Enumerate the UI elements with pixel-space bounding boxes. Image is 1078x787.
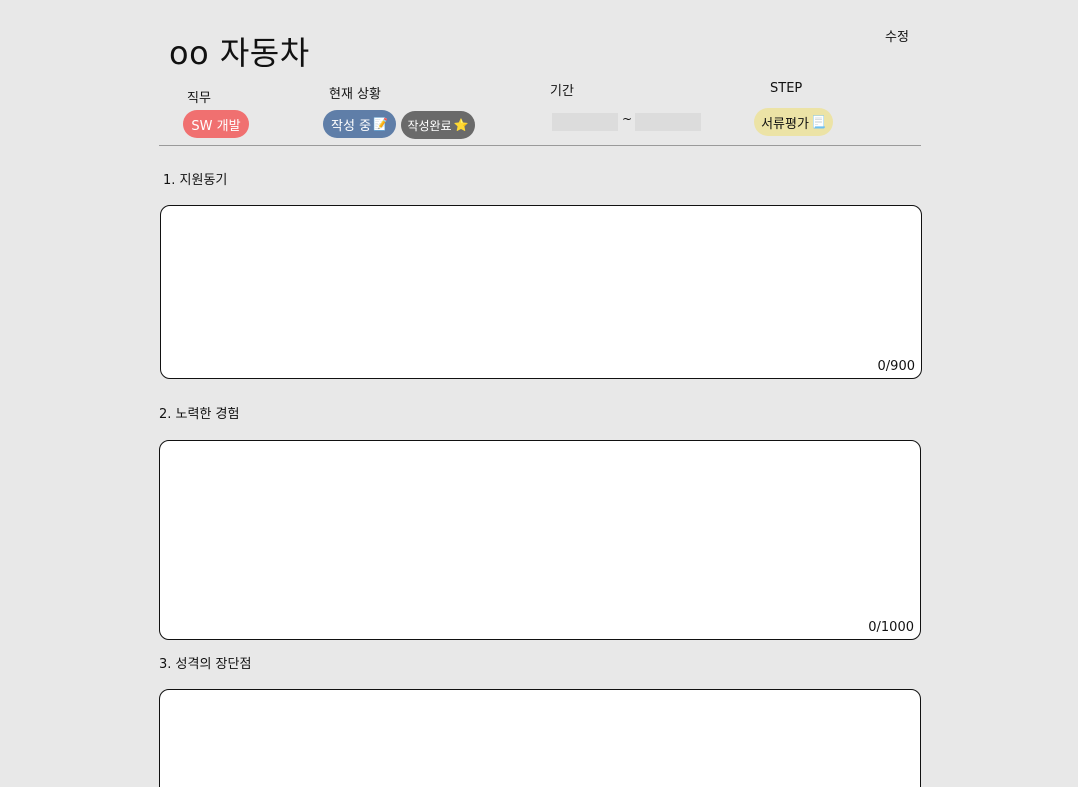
application-page: 수정 oo 자동차 직무 SW 개발 현재 상황 작성 중 📝 작성완료 ⭐ 기… <box>0 0 1078 787</box>
status-writing-label: 작성 중 <box>331 118 372 134</box>
answer-input-1[interactable] <box>171 214 911 354</box>
step-badge[interactable]: 서류평가 📃 <box>754 108 833 136</box>
char-counter-1: 0/900 <box>877 359 915 374</box>
page-title: oo 자동차 <box>169 34 310 72</box>
answer-input-2[interactable] <box>170 449 910 615</box>
document-icon: 📃 <box>810 115 826 129</box>
question-title-2: 2. 노력한 경험 <box>159 407 240 422</box>
answer-box-3 <box>159 689 921 787</box>
period-label: 기간 <box>550 84 574 99</box>
step-label: STEP <box>770 81 803 96</box>
role-badge[interactable]: SW 개발 <box>183 110 249 138</box>
period-start-field[interactable] <box>552 113 618 131</box>
period-end-field[interactable] <box>635 113 701 131</box>
star-icon: ⭐ <box>453 118 469 132</box>
char-counter-2: 0/1000 <box>868 620 914 635</box>
question-title-1: 1. 지원동기 <box>163 173 228 188</box>
role-label: 직무 <box>187 91 211 106</box>
step-badge-label: 서류평가 <box>761 116 809 132</box>
period-separator: ~ <box>622 112 633 126</box>
question-title-3: 3. 성격의 장단점 <box>159 657 252 672</box>
status-writing-button[interactable]: 작성 중 📝 <box>323 110 396 138</box>
answer-box-2: 0/1000 <box>159 440 921 640</box>
header-divider <box>159 145 921 146</box>
status-done-label: 작성완료 <box>407 118 452 133</box>
edit-button[interactable]: 수정 <box>885 26 909 45</box>
memo-icon: 📝 <box>373 117 388 131</box>
role-badge-label: SW 개발 <box>191 118 241 134</box>
answer-box-1: 0/900 <box>160 205 922 379</box>
answer-input-3[interactable] <box>170 698 910 774</box>
status-done-button[interactable]: 작성완료 ⭐ <box>401 111 475 139</box>
status-label: 현재 상황 <box>329 87 381 102</box>
